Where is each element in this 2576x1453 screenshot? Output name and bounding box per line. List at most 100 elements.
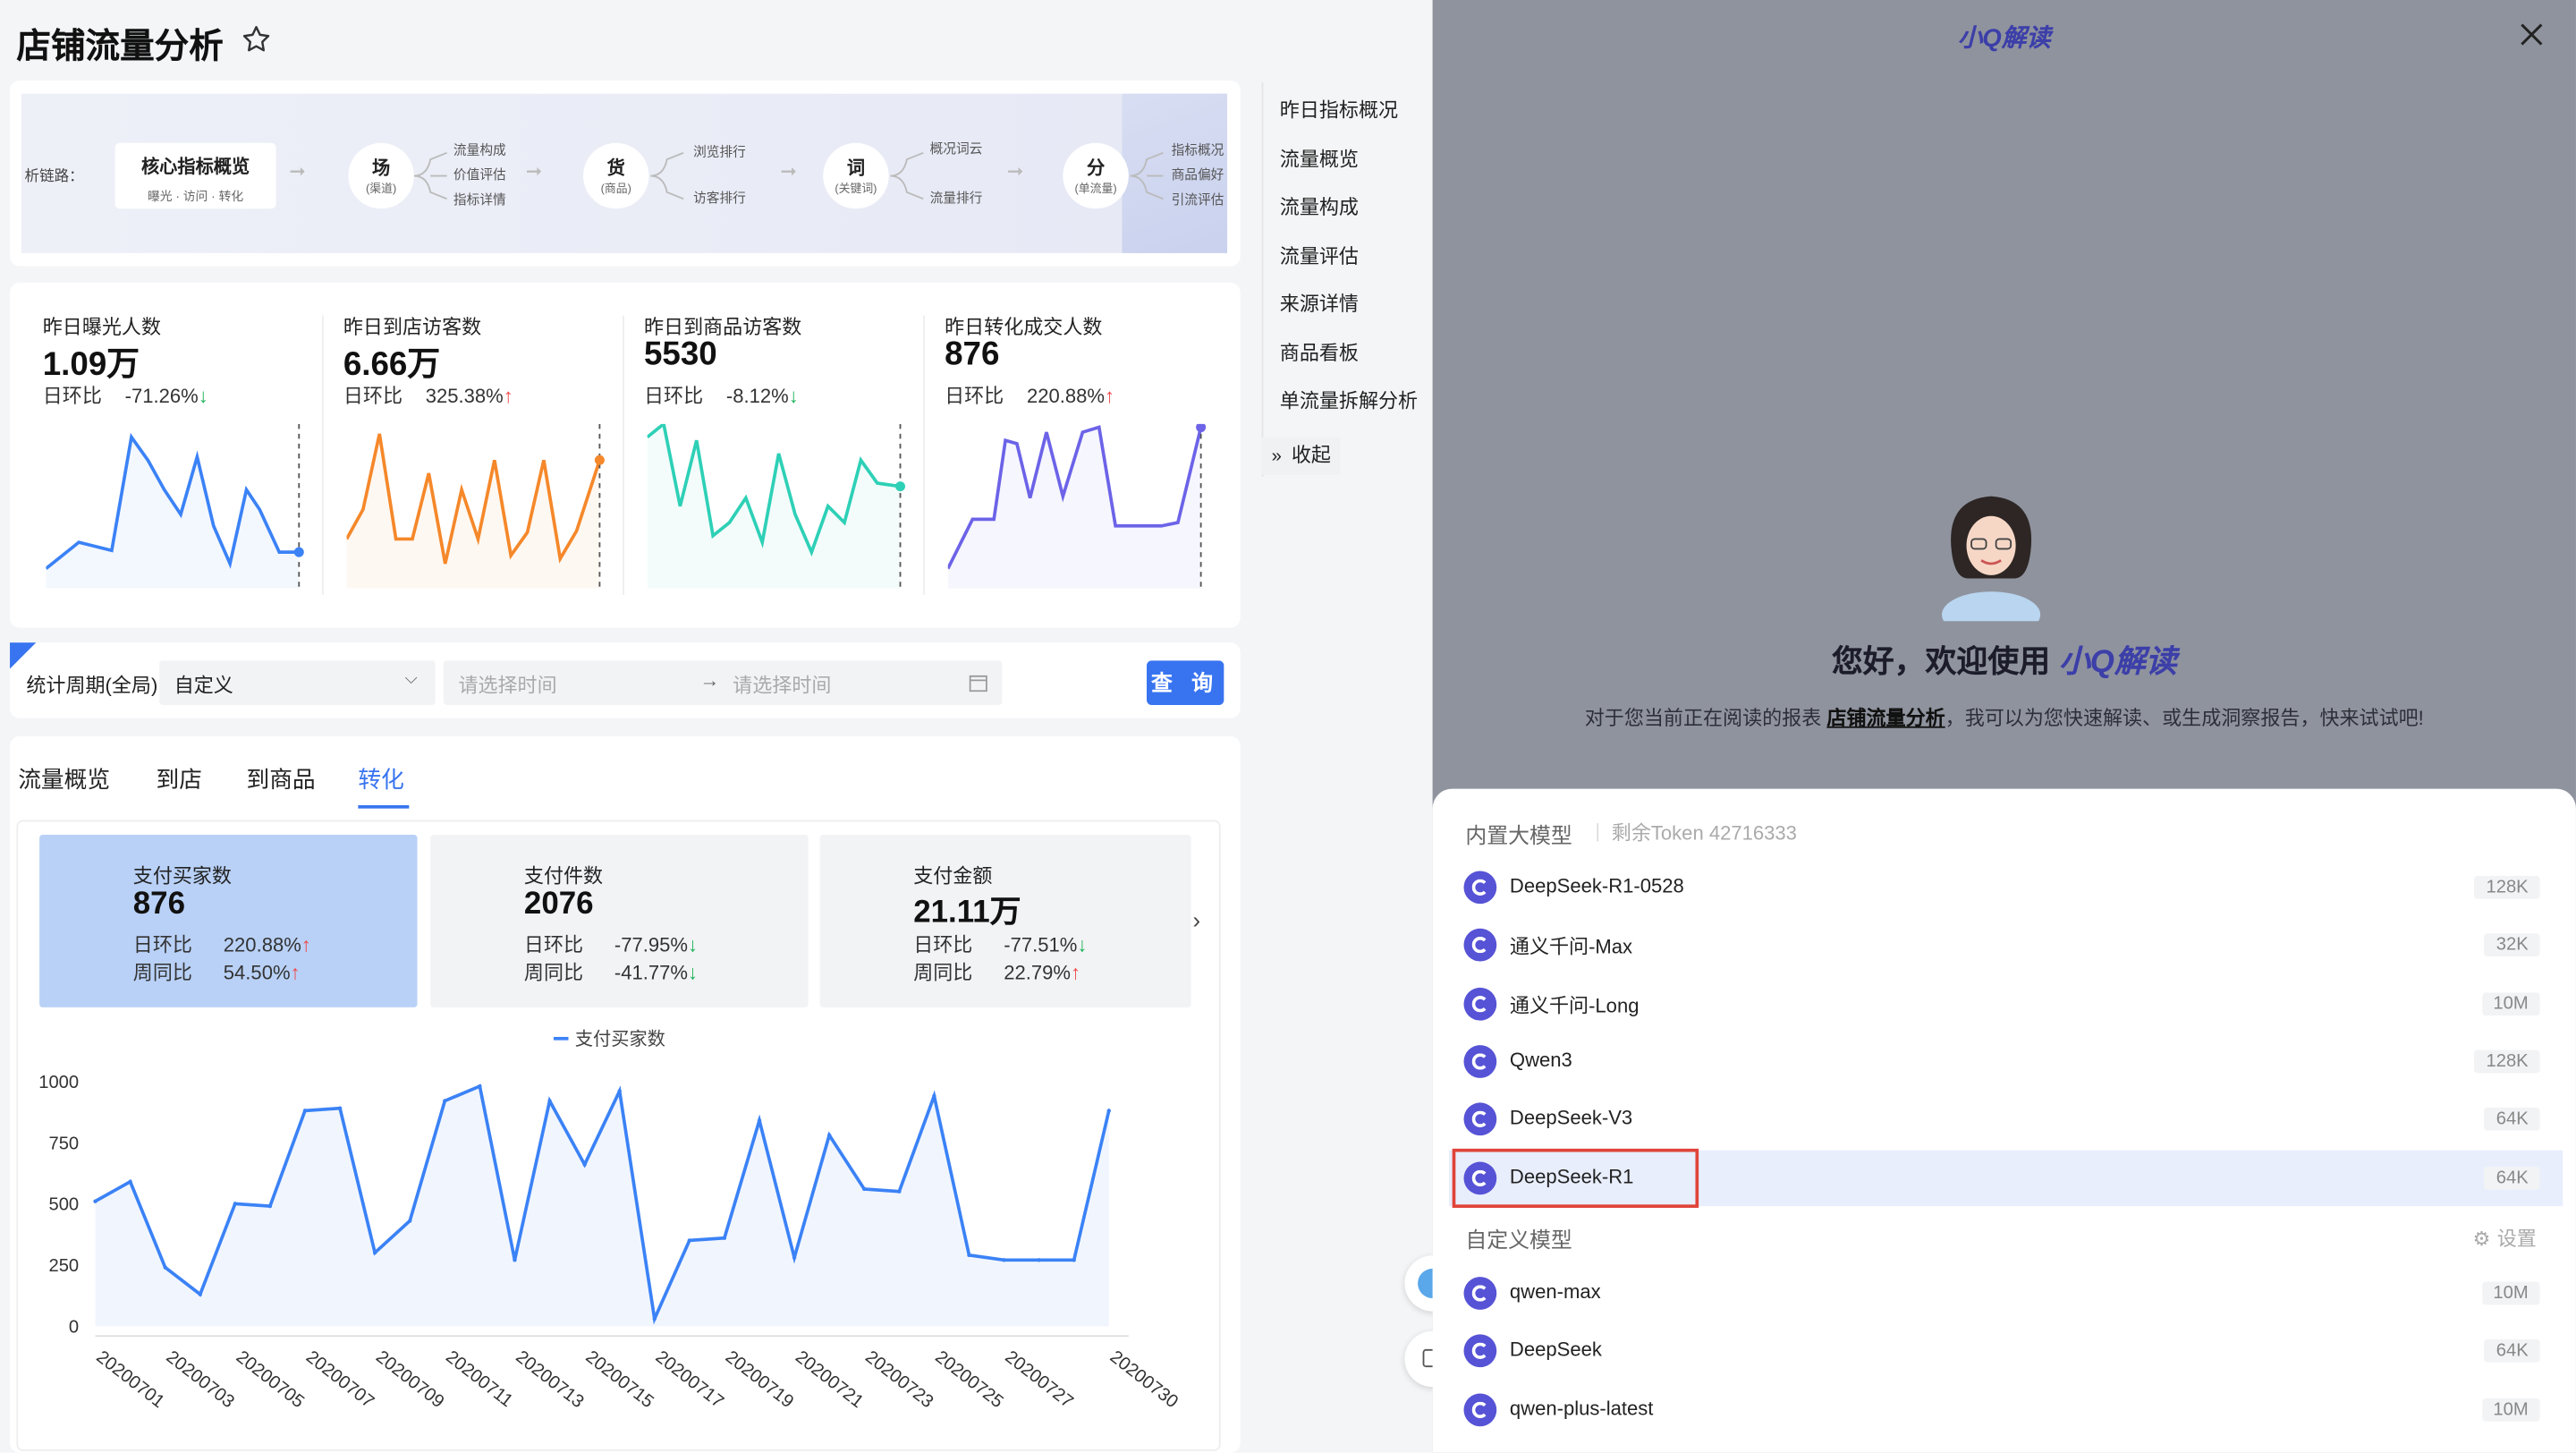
- kpi-card[interactable]: 支付件数 2076 日环比 -77.95%↓ 周同比 -41.77%↓: [430, 835, 809, 1007]
- flow-item[interactable]: 浏览排行: [693, 143, 746, 161]
- period-select[interactable]: 自定义 ⌵: [159, 660, 436, 705]
- metric-divider: [321, 315, 324, 595]
- metric-value: 6.66万: [343, 346, 441, 383]
- x-tick-label: 20200707: [302, 1347, 377, 1413]
- context-size-badge: 10M: [2481, 1398, 2540, 1421]
- legend-label: 支付买家数: [574, 1030, 665, 1050]
- tab[interactable]: 到店: [156, 762, 201, 795]
- flow-node-single[interactable]: 分 (单流量): [1063, 142, 1129, 209]
- calendar-icon: [969, 675, 987, 693]
- collapse-button[interactable]: » 收起: [1261, 437, 1341, 475]
- model-option[interactable]: DeepSeek-R1-0528 128K: [1449, 860, 2563, 915]
- arrow-up-icon: ↑: [1070, 961, 1081, 985]
- kpi-card[interactable]: 支付买家数 876 日环比 220.88%↑ 周同比 54.50%↑: [39, 835, 418, 1007]
- star-icon[interactable]: [240, 23, 273, 56]
- model-option[interactable]: qwen-max 10M: [1449, 1265, 2563, 1321]
- ratio-value: -8.12%: [725, 384, 789, 408]
- model-name: 通义千问-Long: [1509, 993, 1640, 1017]
- ratio-label: 日环比: [643, 384, 704, 408]
- sparkline-point: [1196, 423, 1207, 433]
- side-nav-item[interactable]: 来源详情: [1280, 289, 1359, 317]
- model-option[interactable]: DeepSeek-V3 64K: [1449, 1092, 2563, 1147]
- data-point: [757, 1118, 762, 1123]
- model-option[interactable]: DeepSeek 64K: [1449, 1323, 2563, 1379]
- close-icon[interactable]: [2520, 23, 2543, 47]
- flow-item[interactable]: 流量构成: [453, 141, 506, 159]
- side-nav-item[interactable]: 流量概览: [1280, 144, 1359, 172]
- tab[interactable]: 流量概览: [18, 762, 110, 795]
- metric-label: 昨日到店访客数: [343, 315, 482, 339]
- x-tick-label: 20200725: [931, 1347, 1006, 1413]
- side-nav-item[interactable]: 流量构成: [1280, 192, 1359, 220]
- y-tick-label: 500: [48, 1195, 79, 1215]
- side-nav-item[interactable]: 流量评估: [1280, 241, 1359, 268]
- flow-item[interactable]: 引流评估: [1172, 191, 1224, 208]
- flow-card: 析链路： 核心指标概览 曝光 · 访问 · 转化 ➞ 场 (渠道) 流量构成 价值…: [10, 80, 1241, 267]
- data-point: [128, 1179, 132, 1184]
- model-icon: [1463, 1334, 1497, 1368]
- arrow-up-icon: ↑: [301, 933, 311, 956]
- greeting-brand: 小Q解读: [2058, 645, 2177, 681]
- tab[interactable]: 转化: [358, 762, 403, 795]
- flow-node-goods[interactable]: 货 (商品): [583, 142, 649, 209]
- model-icon: [1463, 1277, 1497, 1310]
- kpi-ratio: 周同比 54.50%↑: [133, 958, 301, 986]
- side-nav-item[interactable]: 商品看板: [1280, 337, 1359, 365]
- flow-item[interactable]: 价值评估: [453, 166, 506, 184]
- sparkline-area: [947, 427, 1201, 589]
- sparkline-point: [895, 481, 906, 492]
- model-option[interactable]: qwen-plus-latest 10M: [1449, 1381, 2563, 1437]
- model-icon-glyph: [1471, 1343, 1489, 1360]
- flow-item[interactable]: 访客排行: [693, 189, 746, 207]
- model-icon-glyph: [1471, 1053, 1489, 1070]
- side-nav-item[interactable]: 昨日指标概况: [1280, 96, 1398, 123]
- flow-node-keyword[interactable]: 词 (关键词): [823, 142, 889, 209]
- metric-sparkline: [346, 423, 605, 589]
- model-icon-glyph: [1471, 995, 1489, 1012]
- model-option[interactable]: 通义千问-Long 10M: [1449, 975, 2563, 1031]
- legend-swatch: [553, 1036, 569, 1041]
- kpi-ratio-value: -77.51%: [1004, 933, 1078, 956]
- model-option[interactable]: Qwen3 128K: [1449, 1033, 2563, 1089]
- date-range-picker[interactable]: 请选择时间 → 请选择时间: [443, 660, 1003, 705]
- report-link[interactable]: 店铺流量分析: [1826, 707, 1945, 730]
- flow-item[interactable]: 概况词云: [930, 140, 983, 157]
- flow-item[interactable]: 指标概况: [1172, 141, 1224, 159]
- model-name: DeepSeek: [1509, 1338, 1602, 1362]
- tab[interactable]: 到商品: [247, 762, 316, 795]
- model-option[interactable]: 通义千问-Max 32K: [1449, 917, 2563, 973]
- branch-icon: [890, 151, 924, 200]
- end-date-input[interactable]: 请选择时间: [733, 670, 831, 698]
- model-name: DeepSeek-R1-0528: [1509, 874, 1684, 897]
- sparkline-area: [647, 423, 901, 589]
- flow-core-node[interactable]: 核心指标概览 曝光 · 访问 · 转化: [114, 142, 276, 209]
- flow-item[interactable]: 流量排行: [930, 189, 983, 207]
- context-size-badge: 64K: [2484, 1339, 2540, 1364]
- flow-core-title: 核心指标概览: [140, 157, 250, 178]
- data-point: [372, 1250, 377, 1255]
- side-nav-item[interactable]: 单流量拆解分析: [1280, 387, 1418, 414]
- query-button[interactable]: 查 询: [1147, 660, 1224, 705]
- flow-item[interactable]: 商品偏好: [1172, 166, 1224, 184]
- chevron-right-icon[interactable]: ›: [1192, 907, 1200, 933]
- context-size-badge: 128K: [2474, 1049, 2540, 1074]
- settings-button[interactable]: ⚙ 设置: [2473, 1224, 2537, 1252]
- x-tick-label: 20200715: [582, 1347, 657, 1413]
- flow-item[interactable]: 指标详情: [453, 191, 506, 208]
- x-tick-label: 20200723: [861, 1347, 936, 1413]
- y-tick-label: 250: [48, 1256, 79, 1276]
- ratio-label: 日环比: [343, 384, 403, 408]
- x-tick-label: 20200721: [792, 1347, 867, 1413]
- token-remaining: 剩余Token 42716333: [1597, 819, 1797, 846]
- model-name: 通义千问-Max: [1509, 935, 1633, 959]
- chart-legend: 支付买家数: [553, 1025, 665, 1051]
- assistant-title: 小Q解读: [1957, 24, 2051, 53]
- kpi-value: 21.11万: [913, 896, 1021, 930]
- flow-node-channel[interactable]: 场 (渠道): [348, 142, 414, 209]
- data-point: [267, 1203, 273, 1209]
- greeting-heading: 您好，欢迎使用 小Q解读: [1433, 638, 2576, 683]
- kpi-card[interactable]: 支付金额 21.11万 日环比 -77.51%↓ 周同比 22.79%↑: [819, 835, 1191, 1007]
- start-date-input[interactable]: 请选择时间: [458, 670, 556, 698]
- assistant-description: 对于您当前正在阅读的报表 店铺流量分析，我可以为您快速解读、或生成洞察报告，快来…: [1433, 703, 2576, 731]
- model-icon: [1463, 1102, 1497, 1136]
